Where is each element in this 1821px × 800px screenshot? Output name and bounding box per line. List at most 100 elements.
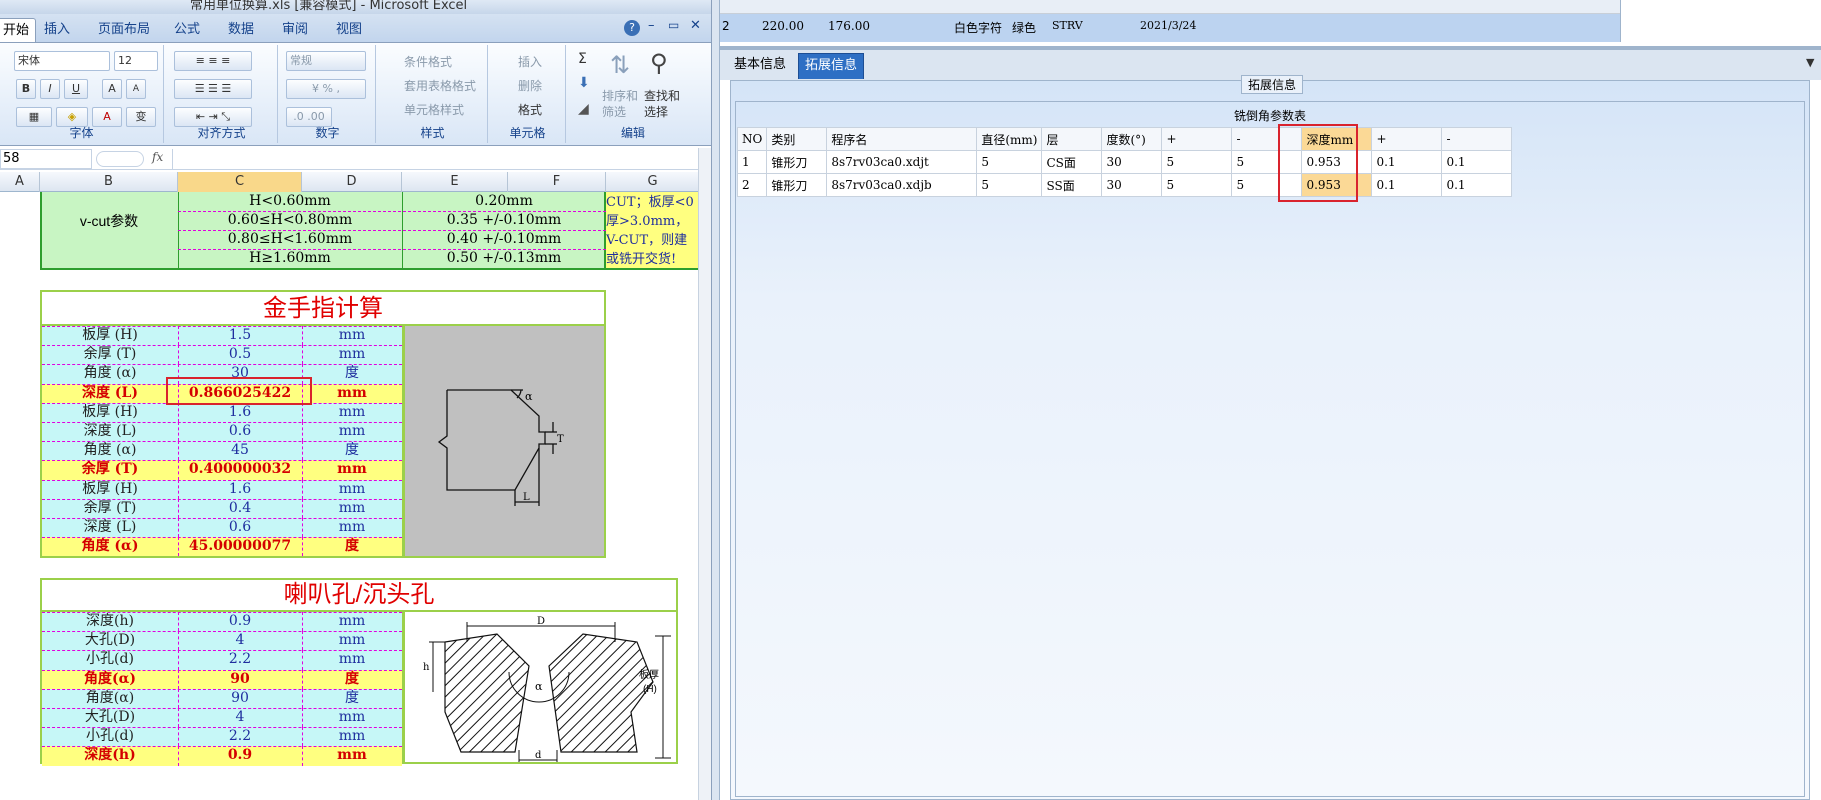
tab-formulas[interactable]: 公式: [168, 18, 206, 42]
gold-value[interactable]: 1.6: [178, 480, 302, 499]
horn-name: 小孔(d): [86, 728, 134, 745]
number-format-select[interactable]: 常规: [286, 51, 366, 71]
close-button[interactable]: ✕: [690, 18, 701, 33]
sort-filter-label-1[interactable]: 排序和: [602, 87, 638, 104]
horn-value[interactable]: 2.2: [178, 650, 302, 669]
horn-value[interactable]: 2.2: [178, 727, 302, 746]
gold-value[interactable]: 0.5: [178, 345, 302, 364]
horn-value[interactable]: 4: [178, 708, 302, 727]
vertical-align-icons[interactable]: ≡ ≡ ≡: [174, 51, 252, 71]
gold-value[interactable]: 1.5: [178, 326, 302, 345]
table-row[interactable]: 2 锥形刀 8s7rv03ca0.xdjb 5 SS面 30 5 5 0.953…: [736, 173, 1513, 197]
tab-page-layout[interactable]: 页面布局: [92, 18, 156, 42]
gold-value[interactable]: 45: [178, 441, 302, 460]
grid-line: [42, 727, 402, 729]
sort-filter-icon[interactable]: ⇅: [610, 51, 630, 79]
gold-value[interactable]: 0.400000032: [178, 460, 302, 479]
fx-icon[interactable]: fx: [152, 150, 163, 164]
gold-unit: 度: [345, 365, 359, 382]
tab-home[interactable]: 开始: [0, 18, 37, 42]
gold-row: 深度 (L) 0.6 mm: [42, 518, 402, 538]
horn-value[interactable]: 0.9: [178, 746, 302, 765]
record-row-selected[interactable]: 2 220.00 176.00 白色字符 绿色 STRV 2021/3/24: [720, 14, 1620, 42]
fill-icon[interactable]: ⬇: [578, 75, 590, 91]
sum-icon[interactable]: Σ: [578, 51, 587, 67]
formula-input[interactable]: [172, 149, 698, 169]
gold-name: 板厚 (H): [82, 327, 138, 343]
table-format-button[interactable]: 套用表格格式: [404, 77, 476, 94]
cell-depth-minus: 0.1: [1441, 173, 1513, 197]
gold-value[interactable]: 0.6: [178, 422, 302, 441]
find-select-label-1[interactable]: 查找和: [644, 87, 680, 104]
insert-cells-button[interactable]: 插入: [518, 53, 542, 70]
table-row[interactable]: 1 锥形刀 8s7rv03ca0.xdjt 5 CS面 30 5 5 0.953…: [736, 150, 1513, 174]
excel-vertical-scrollbar[interactable]: [698, 148, 711, 800]
underline-button[interactable]: U: [64, 79, 88, 99]
format-cells-button[interactable]: 格式: [518, 101, 542, 118]
horn-value[interactable]: 0.9: [178, 612, 302, 631]
tab-basic-info[interactable]: 基本信息: [728, 54, 792, 78]
delete-cells-button[interactable]: 删除: [518, 77, 542, 94]
col-header-f[interactable]: F: [508, 172, 606, 192]
grid-line: [178, 441, 179, 461]
chevron-down-icon[interactable]: ▼: [1806, 56, 1814, 69]
col-header-e[interactable]: E: [402, 172, 508, 192]
col-header-c[interactable]: C: [178, 172, 302, 192]
horn-value[interactable]: 90: [178, 689, 302, 708]
currency-percent-icons[interactable]: ¥ % ,: [286, 79, 366, 99]
tab-view[interactable]: 视图: [330, 18, 368, 42]
tab-review[interactable]: 审阅: [276, 18, 314, 42]
extended-info-panel: 拓展信息 铣倒角参数表 NO 类别 程序名 直径(mm) 层 度数(°) + -…: [730, 75, 1810, 800]
horn-value[interactable]: 90: [178, 670, 302, 689]
grid-line: [178, 727, 179, 747]
name-box[interactable]: 58: [0, 149, 92, 169]
cell-no: 1: [736, 150, 768, 174]
col-header-d[interactable]: D: [302, 172, 402, 192]
col-degree: 度数(°): [1101, 127, 1163, 151]
horn-diagram-thickness-label: 板厚: [639, 668, 659, 681]
gold-value[interactable]: 45.00000077: [178, 537, 302, 556]
vcut-note-line: V-CUT，则建: [606, 233, 688, 248]
italic-button[interactable]: I: [40, 79, 60, 99]
horizontal-align-icons[interactable]: ☰ ☰ ☰: [174, 79, 252, 99]
help-icon[interactable]: ?: [624, 20, 640, 36]
restore-button[interactable]: ▭: [668, 18, 679, 32]
tab-data[interactable]: 数据: [222, 18, 260, 42]
find-select-icon[interactable]: ⚲: [650, 49, 668, 77]
tab-insert[interactable]: 插入: [38, 18, 76, 42]
col-type: 类别: [766, 127, 828, 151]
app-window: 2 220.00 176.00 白色字符 绿色 STRV 2021/3/24 基…: [720, 0, 1821, 800]
find-select-label-2[interactable]: 选择: [644, 103, 668, 120]
font-size-select[interactable]: 12: [114, 51, 158, 71]
grid-line: [302, 460, 303, 480]
gold-value[interactable]: 1.6: [178, 403, 302, 422]
clear-icon[interactable]: ◢: [578, 101, 589, 117]
grid-line: [178, 479, 179, 499]
sort-filter-label-2[interactable]: 筛选: [602, 103, 626, 120]
grid-line: [178, 422, 179, 442]
gold-unit: mm: [338, 423, 366, 439]
vcut-note-line: CUT；板厚<0: [606, 195, 694, 210]
conditional-format-button[interactable]: 条件格式: [404, 53, 452, 70]
col-header-a[interactable]: A: [0, 172, 40, 192]
col-header-b[interactable]: B: [40, 172, 178, 192]
gold-finger-title: 金手指计算: [263, 295, 383, 322]
gold-value[interactable]: 0.4: [178, 499, 302, 518]
grid-line: [178, 669, 179, 689]
window-splitter[interactable]: [712, 0, 720, 800]
bold-button[interactable]: B: [16, 79, 36, 99]
cell-style-button[interactable]: 单元格样式: [404, 101, 464, 118]
tab-extended-info[interactable]: 拓展信息: [798, 53, 865, 79]
excel-title-bar: 常用单位换算.xls [兼容模式] - Microsoft Excel: [0, 0, 711, 14]
gold-value[interactable]: 0.6: [178, 518, 302, 537]
record-cell: STRV: [1052, 19, 1083, 32]
grow-font-button[interactable]: A: [102, 79, 122, 99]
horn-value[interactable]: 4: [178, 631, 302, 650]
col-header-g[interactable]: G: [606, 172, 700, 192]
shrink-font-button[interactable]: A: [126, 79, 146, 99]
font-name-select[interactable]: 宋体: [14, 51, 110, 71]
gold-row: 板厚 (H) 1.5 mm: [42, 326, 402, 346]
worksheet[interactable]: v-cut参数 H<0.60mm 0.20mm 0.60≤H<0.80mm 0.…: [0, 192, 700, 800]
minimize-ribbon-button[interactable]: –: [648, 18, 655, 33]
cell-degree: 30: [1101, 150, 1163, 174]
